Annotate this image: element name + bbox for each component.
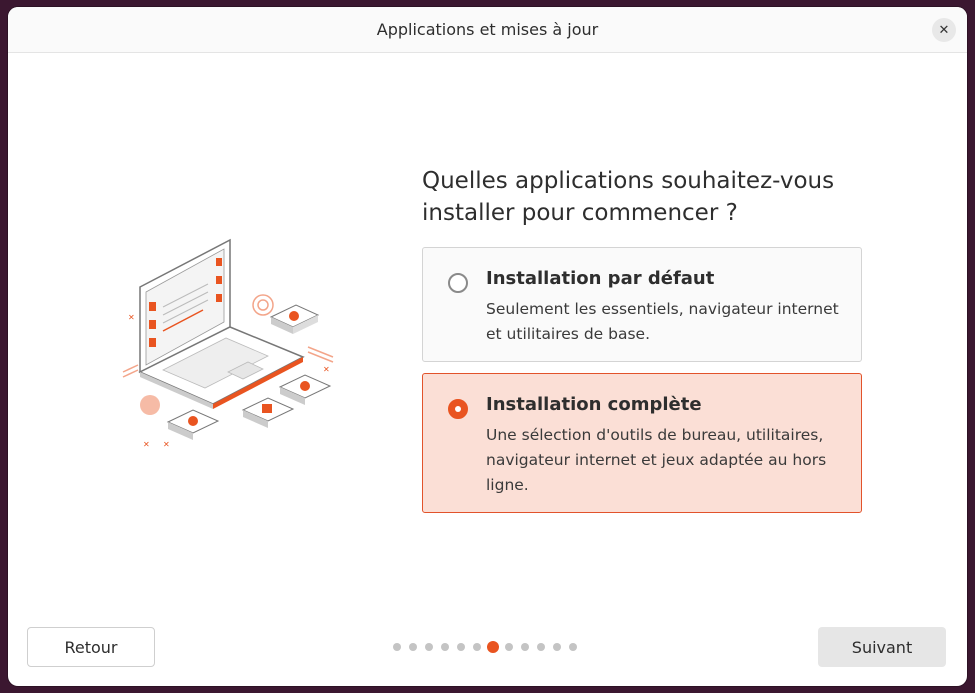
page-indicator (393, 641, 585, 653)
page-dot (425, 643, 433, 651)
option-description: Une sélection d'outils de bureau, utilit… (486, 426, 827, 494)
page-dot (505, 643, 513, 651)
question-heading: Quelles applications souhaitez-vous inst… (422, 165, 862, 229)
next-button[interactable]: Suivant (818, 627, 946, 667)
radio-default[interactable] (448, 273, 468, 293)
laptop-apps-illustration: ✕ ✕ ✕ ✕ (122, 238, 334, 449)
close-icon: ✕ (938, 22, 950, 38)
question-line-1: Quelles applications souhaitez-vous (422, 168, 835, 194)
page-dot (457, 643, 465, 651)
page-dot-active (487, 641, 499, 653)
installer-window: Applications et mises à jour ✕ ✕ ✕ ✕ ✕ Q… (8, 7, 967, 686)
svg-text:✕: ✕ (323, 365, 330, 374)
radio-full[interactable] (448, 399, 468, 419)
page-dot (409, 643, 417, 651)
option-description: Seulement les essentiels, navigateur int… (486, 300, 839, 343)
question-line-2: installer pour commencer ? (422, 200, 738, 226)
page-dot (569, 643, 577, 651)
page-dot (473, 643, 481, 651)
window-title: Applications et mises à jour (376, 20, 599, 39)
option-title: Installation par défaut (486, 268, 715, 289)
option-default-installation[interactable]: Installation par défaut Seulement les es… (422, 247, 862, 362)
close-button[interactable]: ✕ (932, 18, 956, 42)
page-dot (553, 643, 561, 651)
option-title: Installation complète (486, 394, 702, 415)
svg-text:✕: ✕ (143, 440, 150, 449)
back-button[interactable]: Retour (27, 627, 155, 667)
page-dot (521, 643, 529, 651)
page-dot (537, 643, 545, 651)
svg-text:✕: ✕ (128, 313, 135, 322)
page-dot (441, 643, 449, 651)
svg-text:✕: ✕ (163, 440, 170, 449)
page-dot (393, 643, 401, 651)
title-bar: Applications et mises à jour ✕ (8, 7, 967, 53)
option-full-installation[interactable]: Installation complète Une sélection d'ou… (422, 373, 862, 513)
